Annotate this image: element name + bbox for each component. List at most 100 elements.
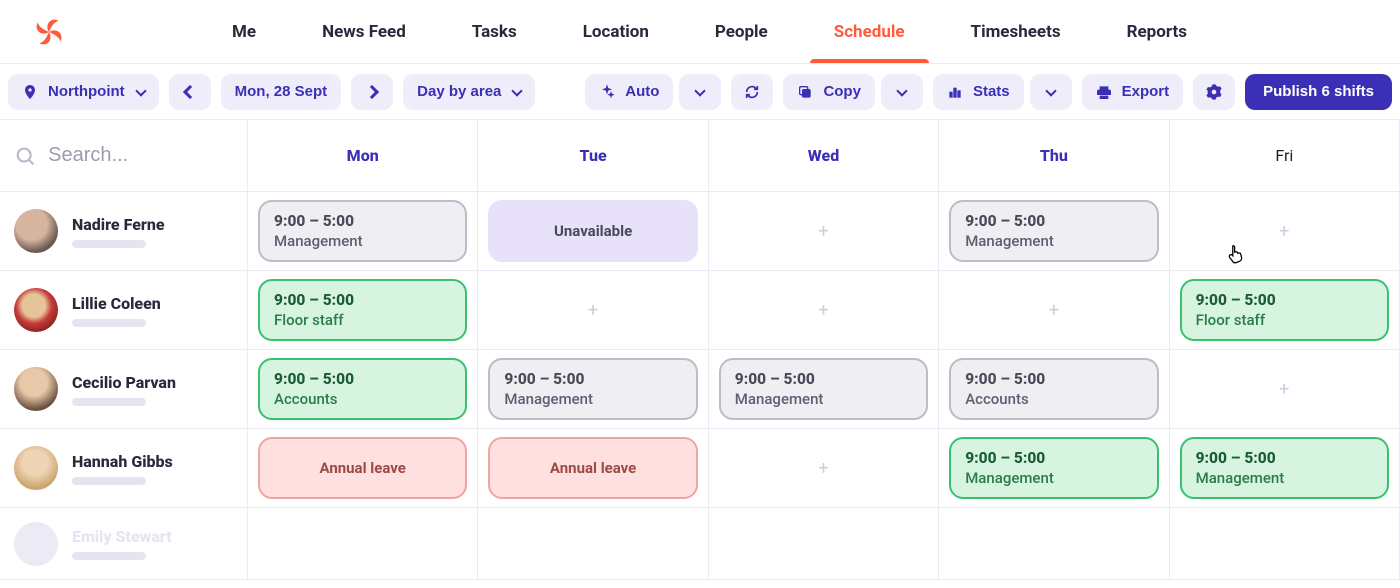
person-row-hannah-gibbs[interactable]: Hannah Gibbs <box>0 429 248 508</box>
person-meta: Hannah Gibbs <box>72 452 173 485</box>
copy-dropdown[interactable] <box>881 74 923 110</box>
add-shift-plus-icon[interactable]: + <box>1279 221 1289 242</box>
nav-tab-news-feed[interactable]: News Feed <box>320 2 408 62</box>
shift-card[interactable]: 9:00 – 5:00Management <box>949 200 1158 262</box>
shift-card[interactable]: 9:00 – 5:00Management <box>719 358 928 420</box>
nav-tab-me[interactable]: Me <box>230 2 258 62</box>
search-icon <box>14 143 36 169</box>
shift-card[interactable]: 9:00 – 5:00Accounts <box>949 358 1158 420</box>
nav-tab-reports[interactable]: Reports <box>1125 2 1189 62</box>
copy-button[interactable]: Copy <box>783 74 875 110</box>
stats-split: Stats <box>933 74 1072 110</box>
day-header-wed[interactable]: Wed <box>709 120 939 192</box>
shift-card[interactable]: 9:00 – 5:00Floor staff <box>258 279 467 341</box>
schedule-cell[interactable]: 9:00 – 5:00Accounts <box>248 350 478 429</box>
schedule-cell[interactable]: + <box>709 271 939 350</box>
auto-button[interactable]: Auto <box>585 74 673 110</box>
day-header-thu[interactable]: Thu <box>939 120 1169 192</box>
schedule-cell[interactable]: Annual leave <box>248 429 478 508</box>
schedule-cell[interactable] <box>248 508 478 580</box>
shift-card[interactable]: 9:00 – 5:00Accounts <box>258 358 467 420</box>
nav-tab-people[interactable]: People <box>713 2 770 62</box>
schedule-cell[interactable]: 9:00 – 5:00Accounts <box>939 350 1169 429</box>
day-header-tue[interactable]: Tue <box>478 120 708 192</box>
stats-button[interactable]: Stats <box>933 74 1024 110</box>
person-name: Cecilio Parvan <box>72 373 176 392</box>
stats-dropdown[interactable] <box>1030 74 1072 110</box>
schedule-cell[interactable]: 9:00 – 5:00Management <box>939 192 1169 271</box>
chevron-down-icon <box>1045 85 1056 96</box>
app-logo <box>28 11 70 53</box>
nav-tab-schedule[interactable]: Schedule <box>832 2 907 62</box>
day-header-fri[interactable]: Fri <box>1170 120 1400 192</box>
schedule-cell[interactable]: 9:00 – 5:00Management <box>478 350 708 429</box>
shift-time: 9:00 – 5:00 <box>274 291 451 309</box>
schedule-cell[interactable]: + <box>1170 350 1400 429</box>
day-header-mon[interactable]: Mon <box>248 120 478 192</box>
person-row-lillie-coleen[interactable]: Lillie Coleen <box>0 271 248 350</box>
schedule-cell[interactable]: 9:00 – 5:00Management <box>248 192 478 271</box>
schedule-cell[interactable]: + <box>939 271 1169 350</box>
person-meta: Lillie Coleen <box>72 294 161 327</box>
auto-dropdown[interactable] <box>679 74 721 110</box>
shift-card[interactable]: 9:00 – 5:00Floor staff <box>1180 279 1389 341</box>
schedule-cell[interactable] <box>709 508 939 580</box>
schedule-cell[interactable]: Annual leave <box>478 429 708 508</box>
search-input[interactable] <box>46 143 237 168</box>
shift-card[interactable]: 9:00 – 5:00Management <box>1180 437 1389 499</box>
schedule-cell[interactable] <box>478 508 708 580</box>
person-row-cecilio-parvan[interactable]: Cecilio Parvan <box>0 350 248 429</box>
person-row-emily-stewart[interactable]: Emily Stewart <box>0 508 248 580</box>
shift-card[interactable]: Annual leave <box>488 437 697 499</box>
add-shift-plus-icon[interactable]: + <box>1049 300 1059 321</box>
person-subline <box>72 477 146 485</box>
add-shift-plus-icon[interactable]: + <box>1279 379 1289 400</box>
refresh-button[interactable] <box>731 74 773 110</box>
bar-chart-icon <box>947 84 963 100</box>
shift-card[interactable]: 9:00 – 5:00Management <box>949 437 1158 499</box>
schedule-cell[interactable]: Unavailable <box>478 192 708 271</box>
schedule-cell[interactable]: + <box>478 271 708 350</box>
shift-role: Annual leave <box>320 459 406 477</box>
nav-tabs: Me News Feed Tasks Location People Schedule Ti… <box>230 2 1189 62</box>
schedule-cell[interactable]: + <box>709 192 939 271</box>
date-prev-button[interactable] <box>169 74 211 110</box>
avatar <box>14 209 58 253</box>
nav-tab-location[interactable]: Location <box>581 2 651 62</box>
shift-role: Management <box>965 232 1142 250</box>
copy-label: Copy <box>823 83 861 100</box>
sparkle-icon <box>599 84 615 100</box>
shift-card[interactable]: 9:00 – 5:00Management <box>258 200 467 262</box>
shift-card[interactable]: Unavailable <box>488 200 697 262</box>
date-picker[interactable]: Mon, 28 Sept <box>221 74 342 110</box>
add-shift-plus-icon[interactable]: + <box>818 300 828 321</box>
add-shift-plus-icon[interactable]: + <box>818 221 828 242</box>
add-shift-plus-icon[interactable]: + <box>818 458 828 479</box>
schedule-cell[interactable]: 9:00 – 5:00Floor staff <box>1170 271 1400 350</box>
schedule-cell[interactable]: 9:00 – 5:00Management <box>939 429 1169 508</box>
view-label: Day by area <box>417 83 501 100</box>
shift-time: 9:00 – 5:00 <box>965 449 1142 467</box>
schedule-cell[interactable]: 9:00 – 5:00Management <box>1170 429 1400 508</box>
schedule-cell[interactable] <box>939 508 1169 580</box>
shift-card[interactable]: Annual leave <box>258 437 467 499</box>
schedule-cell[interactable] <box>1170 508 1400 580</box>
export-button[interactable]: Export <box>1082 74 1184 110</box>
add-shift-plus-icon[interactable]: + <box>588 300 598 321</box>
publish-button[interactable]: Publish 6 shifts <box>1245 74 1392 110</box>
nav-tab-timesheets[interactable]: Timesheets <box>969 2 1063 62</box>
schedule-cell[interactable]: 9:00 – 5:00Floor staff <box>248 271 478 350</box>
date-next-button[interactable] <box>351 74 393 110</box>
view-picker[interactable]: Day by area <box>403 74 535 110</box>
person-row-nadire-ferne[interactable]: Nadire Ferne <box>0 192 248 271</box>
chevron-right-icon <box>365 84 379 98</box>
schedule-cell[interactable]: 9:00 – 5:00Management <box>709 350 939 429</box>
location-picker[interactable]: Northpoint <box>8 74 159 110</box>
shift-card[interactable]: 9:00 – 5:00Management <box>488 358 697 420</box>
top-nav: Me News Feed Tasks Location People Schedule Ti… <box>0 0 1400 64</box>
nav-tab-tasks[interactable]: Tasks <box>470 2 519 62</box>
settings-button[interactable] <box>1193 74 1235 110</box>
schedule-cell[interactable]: + <box>709 429 939 508</box>
schedule-cell[interactable]: + <box>1170 192 1400 271</box>
person-meta: Cecilio Parvan <box>72 373 176 406</box>
